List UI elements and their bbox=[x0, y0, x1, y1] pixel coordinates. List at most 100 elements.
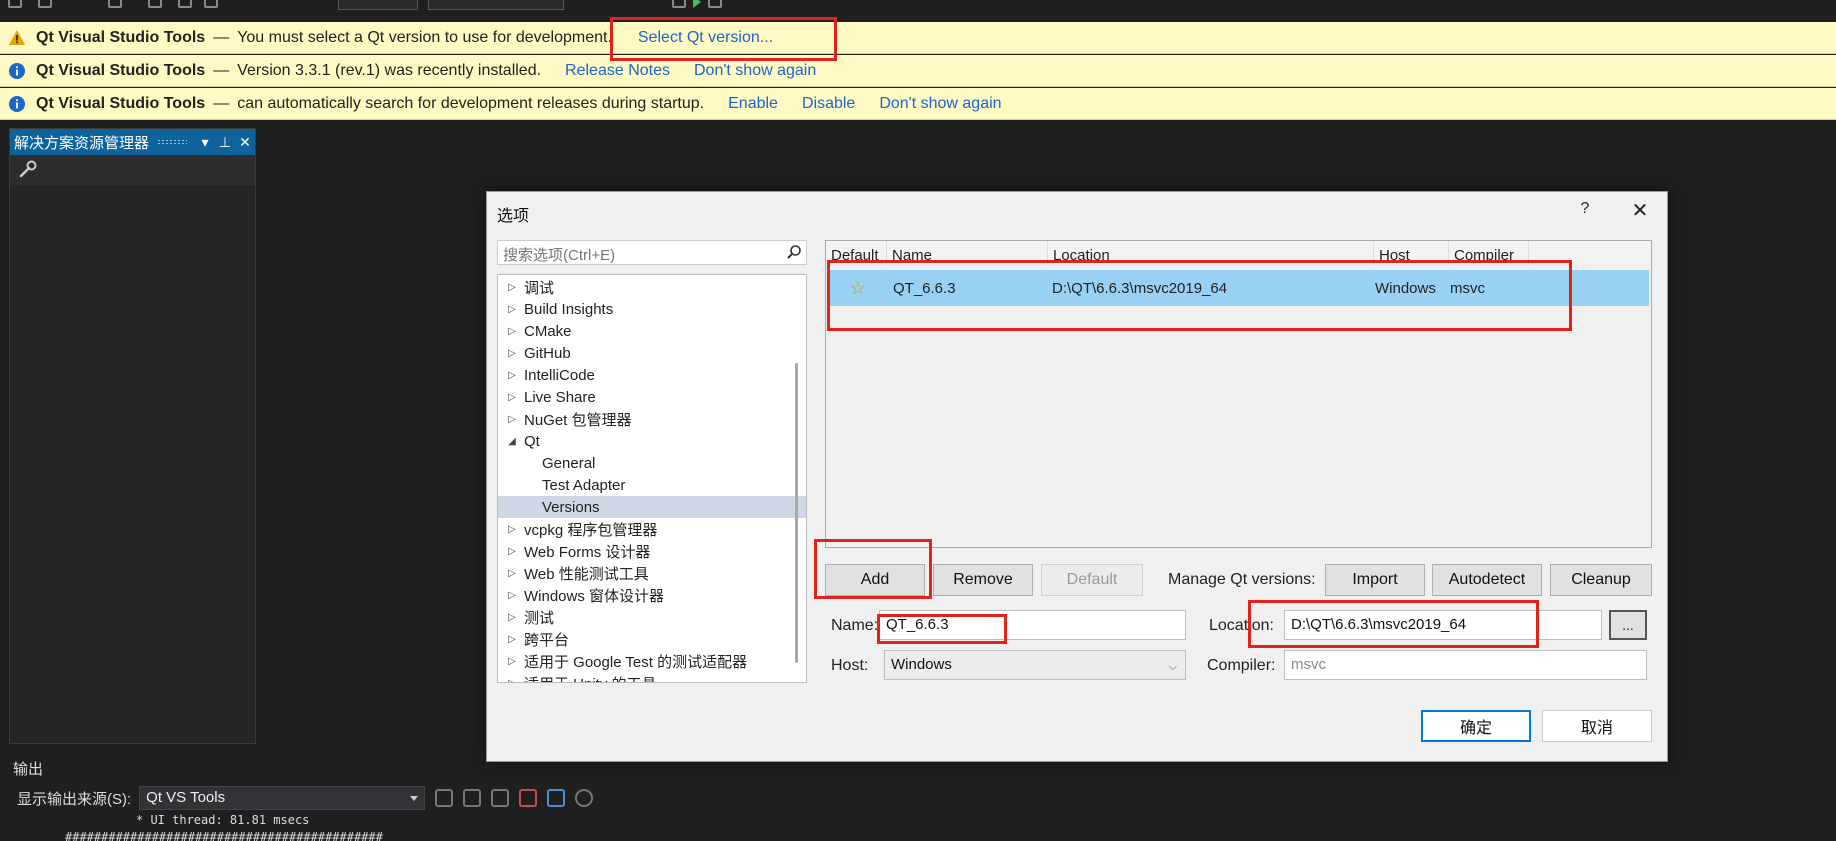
tree-item-web-forms[interactable]: ▷ Web Forms 设计器 bbox=[498, 540, 806, 562]
disable-link[interactable]: Disable bbox=[802, 95, 855, 113]
tree-item-qt[interactable]: ◢ Qt bbox=[498, 430, 806, 452]
tree-item-label: 测试 bbox=[524, 609, 555, 627]
help-button[interactable]: ? bbox=[1575, 200, 1595, 218]
expand-icon[interactable]: ▷ bbox=[506, 348, 518, 359]
dont-show-again-link[interactable]: Don't show again bbox=[879, 95, 1001, 113]
tree-item-google-test[interactable]: ▷ 适用于 Google Test 的测试适配器 bbox=[498, 650, 806, 672]
name-field[interactable]: QT_6.6.3 bbox=[879, 610, 1186, 640]
select-qt-version-link[interactable]: Select Qt version... bbox=[638, 29, 773, 47]
tree-item-web-perf[interactable]: ▷ Web 性能测试工具 bbox=[498, 562, 806, 584]
release-notes-link[interactable]: Release Notes bbox=[565, 62, 670, 80]
remove-button[interactable]: Remove bbox=[933, 564, 1033, 596]
tree-item-github[interactable]: ▷ GitHub bbox=[498, 342, 806, 364]
prev-message-icon[interactable] bbox=[463, 789, 482, 807]
expand-icon[interactable]: ▷ bbox=[506, 524, 518, 535]
tree-item-vcpkg[interactable]: ▷ vcpkg 程序包管理器 bbox=[498, 518, 806, 540]
tree-item-intellicode[interactable]: ▷ IntelliCode bbox=[498, 364, 806, 386]
tree-scrollbar[interactable] bbox=[795, 363, 798, 663]
tree-item-nuget[interactable]: ▷ NuGet 包管理器 bbox=[498, 408, 806, 430]
browse-button[interactable]: ... bbox=[1609, 610, 1647, 640]
toolbar-run-icon[interactable] bbox=[693, 0, 701, 8]
toolbar-back-icon[interactable] bbox=[8, 0, 22, 8]
column-header-host[interactable]: Host bbox=[1374, 241, 1449, 265]
close-icon[interactable]: ✕ bbox=[235, 134, 255, 151]
expand-icon[interactable]: ▷ bbox=[506, 612, 518, 623]
output-source-select[interactable]: Qt VS Tools bbox=[139, 786, 426, 810]
tree-item-qt-test-adapter[interactable]: Test Adapter bbox=[498, 474, 806, 496]
toolbar-new-icon[interactable] bbox=[108, 0, 122, 8]
infobar-product: Qt Visual Studio Tools bbox=[36, 61, 206, 79]
wrench-icon[interactable] bbox=[18, 159, 38, 179]
expand-icon[interactable]: ▷ bbox=[506, 590, 518, 601]
ok-button[interactable]: 确定 bbox=[1421, 710, 1531, 742]
toolbar-forward-icon[interactable] bbox=[38, 0, 52, 8]
toolbar-config-combo[interactable] bbox=[338, 0, 418, 10]
options-tree: ▷ 调试 ▷ Build Insights ▷ CMake ▷ GitHub ▷ Inte… bbox=[497, 274, 807, 683]
tree-item-label: Web 性能测试工具 bbox=[524, 565, 649, 583]
toolbar-share-icon[interactable] bbox=[708, 0, 722, 8]
import-button[interactable]: Import bbox=[1325, 564, 1425, 596]
solution-explorer-titlebar: 解决方案资源管理器 ▾ ⊥ ✕ bbox=[10, 129, 255, 155]
toolbar-tool-icon[interactable] bbox=[672, 0, 686, 8]
infobar-product: Qt Visual Studio Tools bbox=[36, 28, 206, 46]
location-field[interactable]: D:\QT\6.6.3\msvc2019_64 bbox=[1284, 610, 1602, 640]
column-header-default[interactable]: Default bbox=[826, 241, 887, 265]
tree-item-qt-versions[interactable]: Versions bbox=[498, 496, 806, 518]
clock-icon[interactable] bbox=[575, 789, 594, 807]
drag-grip[interactable] bbox=[157, 139, 187, 145]
tree-item-qt-general[interactable]: General bbox=[498, 452, 806, 474]
add-button[interactable]: Add bbox=[825, 564, 925, 596]
cleanup-button[interactable]: Cleanup bbox=[1550, 564, 1652, 596]
expand-icon[interactable]: ▷ bbox=[506, 546, 518, 557]
pin-icon[interactable]: ⊥ bbox=[215, 134, 235, 151]
toolbar-open-icon[interactable] bbox=[148, 0, 162, 8]
goto-icon[interactable] bbox=[435, 789, 454, 807]
options-search-input[interactable]: 搜索选项(Ctrl+E) bbox=[497, 240, 807, 265]
tree-item-debug[interactable]: ▷ 调试 bbox=[498, 276, 806, 298]
word-wrap-icon[interactable] bbox=[547, 789, 566, 807]
column-header-compiler[interactable]: Compiler bbox=[1449, 241, 1529, 265]
dont-show-again-link[interactable]: Don't show again bbox=[694, 62, 816, 80]
column-header-location[interactable]: Location bbox=[1048, 241, 1374, 265]
dialog-title: 选项 bbox=[497, 208, 530, 225]
tree-item-label: Windows 窗体设计器 bbox=[524, 587, 665, 605]
expand-icon[interactable]: ▷ bbox=[506, 392, 518, 403]
default-button[interactable]: Default bbox=[1041, 564, 1143, 596]
chevron-down-icon[interactable]: ▾ bbox=[195, 134, 215, 151]
expand-icon[interactable]: ▷ bbox=[506, 414, 518, 425]
enable-link[interactable]: Enable bbox=[728, 95, 778, 113]
expand-icon[interactable]: ▷ bbox=[506, 304, 518, 315]
next-message-icon[interactable] bbox=[491, 789, 510, 807]
clear-all-icon[interactable] bbox=[519, 789, 538, 807]
tree-item-build-insights[interactable]: ▷ Build Insights bbox=[498, 298, 806, 320]
expand-icon[interactable]: ▷ bbox=[506, 326, 518, 337]
table-row[interactable]: ☆ QT_6.6.3 D:\QT\6.6.3\msvc2019_64 Windo… bbox=[829, 270, 1649, 306]
compiler-field[interactable]: msvc bbox=[1284, 650, 1647, 680]
close-button[interactable]: ✕ bbox=[1628, 198, 1652, 223]
expand-icon[interactable]: ▷ bbox=[506, 634, 518, 645]
star-icon[interactable]: ☆ bbox=[829, 278, 887, 299]
toolbar-save-icon[interactable] bbox=[178, 0, 192, 8]
toolbar-save-all-icon[interactable] bbox=[204, 0, 218, 8]
expand-icon[interactable]: ▷ bbox=[506, 282, 518, 293]
collapse-icon[interactable]: ◢ bbox=[506, 436, 518, 447]
expand-icon[interactable]: ▷ bbox=[506, 568, 518, 579]
tree-item-live-share[interactable]: ▷ Live Share bbox=[498, 386, 806, 408]
expand-icon[interactable]: ▷ bbox=[506, 678, 518, 683]
tree-item-label: vcpkg 程序包管理器 bbox=[524, 521, 658, 539]
output-text: * UI thread: 81.81 msecs ################… bbox=[49, 812, 383, 841]
column-header-name[interactable]: Name bbox=[887, 241, 1048, 265]
tree-item-cross-platform[interactable]: ▷ 跨平台 bbox=[498, 628, 806, 650]
expand-icon[interactable]: ▷ bbox=[506, 656, 518, 667]
tree-item-windows-forms[interactable]: ▷ Windows 窗体设计器 bbox=[498, 584, 806, 606]
search-icon[interactable] bbox=[786, 244, 802, 260]
toolbar-platform-combo[interactable] bbox=[428, 0, 564, 10]
autodetect-button[interactable]: Autodetect bbox=[1432, 564, 1542, 596]
infobar-message: Version 3.3.1 (rev.1) was recently insta… bbox=[237, 61, 542, 79]
tree-item-cmake[interactable]: ▷ CMake bbox=[498, 320, 806, 342]
cancel-button[interactable]: 取消 bbox=[1542, 710, 1652, 742]
tree-item-unity[interactable]: ▷ 适用于 Unity 的工具 bbox=[498, 672, 806, 683]
expand-icon[interactable]: ▷ bbox=[506, 370, 518, 381]
host-select[interactable]: Windows ⌵ bbox=[884, 650, 1186, 680]
tree-item-test[interactable]: ▷ 测试 bbox=[498, 606, 806, 628]
